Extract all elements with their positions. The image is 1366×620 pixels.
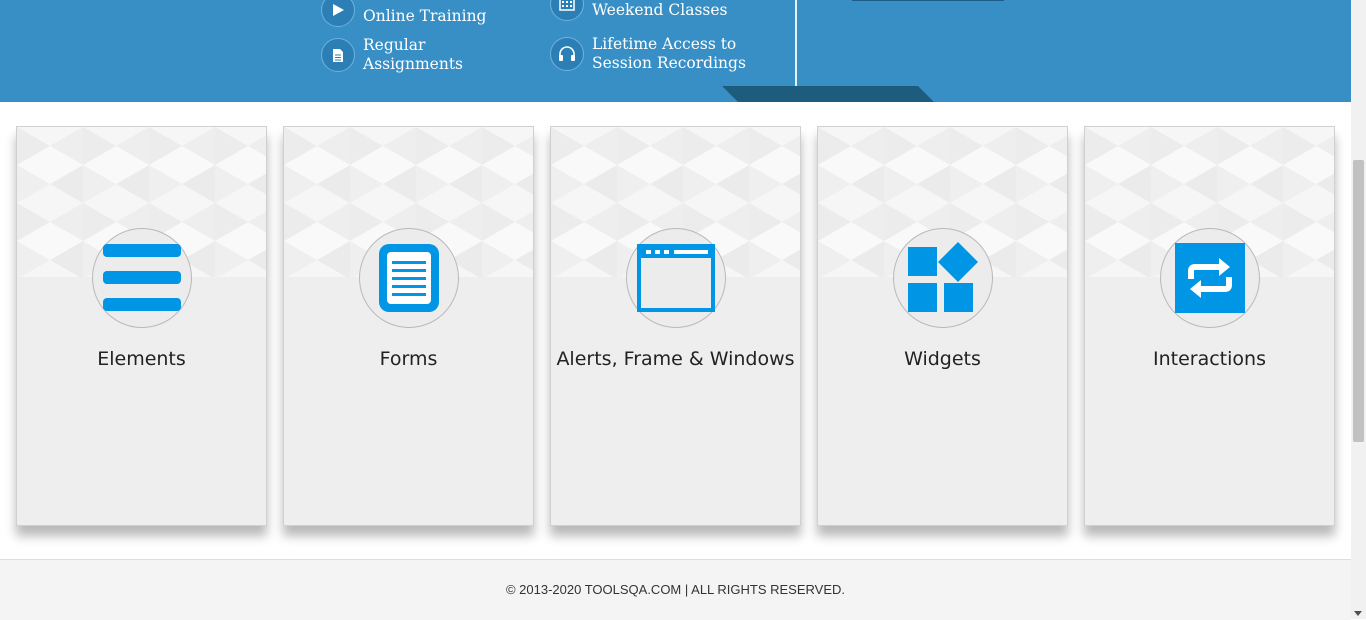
document-icon [321, 38, 355, 72]
feature-label: Regular Assignments [363, 36, 464, 73]
feature-lifetime-access: Lifetime Access to Session Recordings [550, 35, 746, 73]
banner-top-line [852, 0, 1004, 1]
card-icon-circle [626, 228, 726, 328]
card-interactions[interactable]: Interactions [1084, 126, 1335, 526]
feature-weekend-classes: Weekend Classes [550, 0, 728, 21]
banner-divider [795, 0, 797, 86]
swap-arrows-icon [1175, 243, 1245, 313]
card-alerts-frame-windows[interactable]: Alerts, Frame & Windows [550, 126, 801, 526]
feature-label: Online Training [363, 7, 487, 25]
card-title: Alerts, Frame & Windows [556, 348, 795, 370]
browser-window-icon [637, 244, 715, 312]
card-icon-circle [92, 228, 192, 328]
copyright-text: © 2013-2020 TOOLSQA.COM | ALL RIGHTS RES… [505, 582, 846, 597]
card-title: Interactions [1153, 348, 1266, 370]
banner-ribbon [722, 86, 934, 102]
card-forms[interactable]: Forms [283, 126, 534, 526]
play-icon [321, 0, 355, 27]
card-icon-circle [1160, 228, 1260, 328]
feature-label: Lifetime Access to Session Recordings [592, 35, 746, 72]
card-widgets[interactable]: Widgets [817, 126, 1068, 526]
card-icon-circle [359, 228, 459, 328]
vertical-scrollbar[interactable] [1351, 0, 1366, 619]
headphones-icon [550, 37, 584, 71]
feature-regular-assignments: Regular Assignments [321, 36, 463, 74]
card-title: Elements [97, 348, 186, 370]
card-elements[interactable]: Elements [16, 126, 267, 526]
form-document-icon [379, 244, 439, 312]
footer: © 2013-2020 TOOLSQA.COM | ALL RIGHTS RES… [0, 559, 1351, 620]
card-title: Widgets [904, 348, 981, 370]
card-title: Forms [379, 348, 438, 370]
feature-online-training: Online Training [321, 0, 486, 27]
card-icon-circle [893, 228, 993, 328]
menu-lines-icon [103, 244, 181, 311]
scroll-down-arrow-icon[interactable] [1354, 611, 1362, 616]
scrollbar-thumb[interactable] [1353, 160, 1364, 442]
widgets-icon [908, 242, 978, 312]
calendar-icon [550, 0, 584, 21]
feature-label: Weekend Classes [592, 0, 728, 19]
training-banner: Online Training Weekend Classes Regular … [0, 0, 1351, 102]
